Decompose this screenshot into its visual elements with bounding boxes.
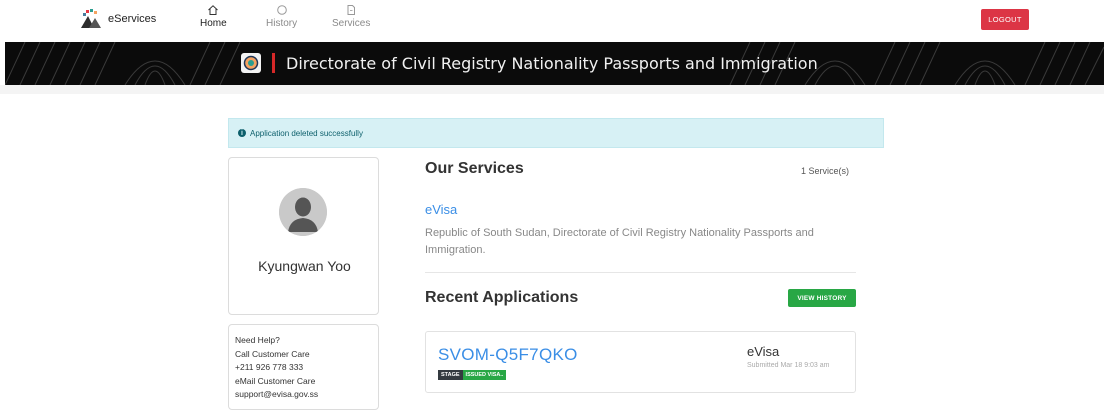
- stage-badge: STAGE: [438, 370, 463, 380]
- help-email[interactable]: support@evisa.gov.ss: [235, 388, 372, 402]
- application-card[interactable]: SVOM-Q5F7QKO STAGE ISSUED VISA.. eVisa S…: [425, 331, 856, 393]
- user-name: Kyungwan Yoo: [258, 258, 351, 274]
- info-icon: i: [238, 129, 246, 137]
- document-icon: [347, 5, 356, 15]
- status-badge: ISSUED VISA..: [462, 370, 507, 380]
- top-navbar: eServices Home History Services LOGOUT: [0, 0, 1104, 42]
- brand-name: eServices: [108, 13, 157, 25]
- help-heading: Need Help?: [235, 335, 280, 345]
- success-alert: i Application deleted successfully: [228, 118, 884, 148]
- services-count: 1 Service(s): [801, 166, 850, 176]
- banner-divider: [272, 53, 275, 73]
- banner: Directorate of Civil Registry Nationalit…: [5, 42, 1104, 85]
- banner-subbar: [0, 85, 1104, 94]
- banner-title: Directorate of Civil Registry Nationalit…: [286, 53, 818, 73]
- nav-services-label: Services: [332, 18, 371, 29]
- coat-of-arms-icon: [241, 53, 261, 73]
- status-badges: STAGE ISSUED VISA..: [438, 370, 507, 380]
- profile-card: Kyungwan Yoo: [228, 157, 379, 315]
- nav-services[interactable]: Services: [332, 4, 370, 29]
- logout-button[interactable]: LOGOUT: [981, 9, 1029, 30]
- recent-applications-heading: Recent Applications: [425, 289, 579, 306]
- help-phone[interactable]: +211 926 778 333: [235, 361, 372, 375]
- view-history-button[interactable]: VIEW HISTORY: [788, 289, 856, 307]
- eservices-logo-icon: [81, 9, 101, 28]
- avatar: [279, 188, 327, 236]
- home-icon: [208, 5, 219, 15]
- history-icon: [276, 5, 287, 15]
- nav-home[interactable]: Home: [200, 4, 227, 29]
- service-description: Republic of South Sudan, Directorate of …: [425, 227, 814, 256]
- services-heading: Our Services: [425, 160, 524, 177]
- service-link-evisa[interactable]: eVisa: [425, 202, 457, 217]
- alert-message: Application deleted successfully: [250, 128, 363, 138]
- application-submitted-date: Submitted Mar 18 9:03 am: [747, 362, 830, 369]
- user-avatar-icon: [279, 188, 327, 236]
- help-card: Need Help? Call Customer Care +211 926 7…: [228, 324, 379, 410]
- section-divider: [425, 272, 856, 273]
- nav-history-label: History: [266, 18, 298, 29]
- nav-home-label: Home: [200, 18, 227, 29]
- help-email-label: eMail Customer Care: [235, 375, 316, 386]
- banner-content: Directorate of Civil Registry Nationalit…: [241, 53, 818, 73]
- application-id-link[interactable]: SVOM-Q5F7QKO: [438, 345, 578, 365]
- help-call-label: Call Customer Care: [235, 348, 310, 359]
- application-service: eVisa: [747, 344, 780, 359]
- brand[interactable]: eServices: [80, 8, 156, 30]
- nav-history[interactable]: History: [266, 4, 297, 29]
